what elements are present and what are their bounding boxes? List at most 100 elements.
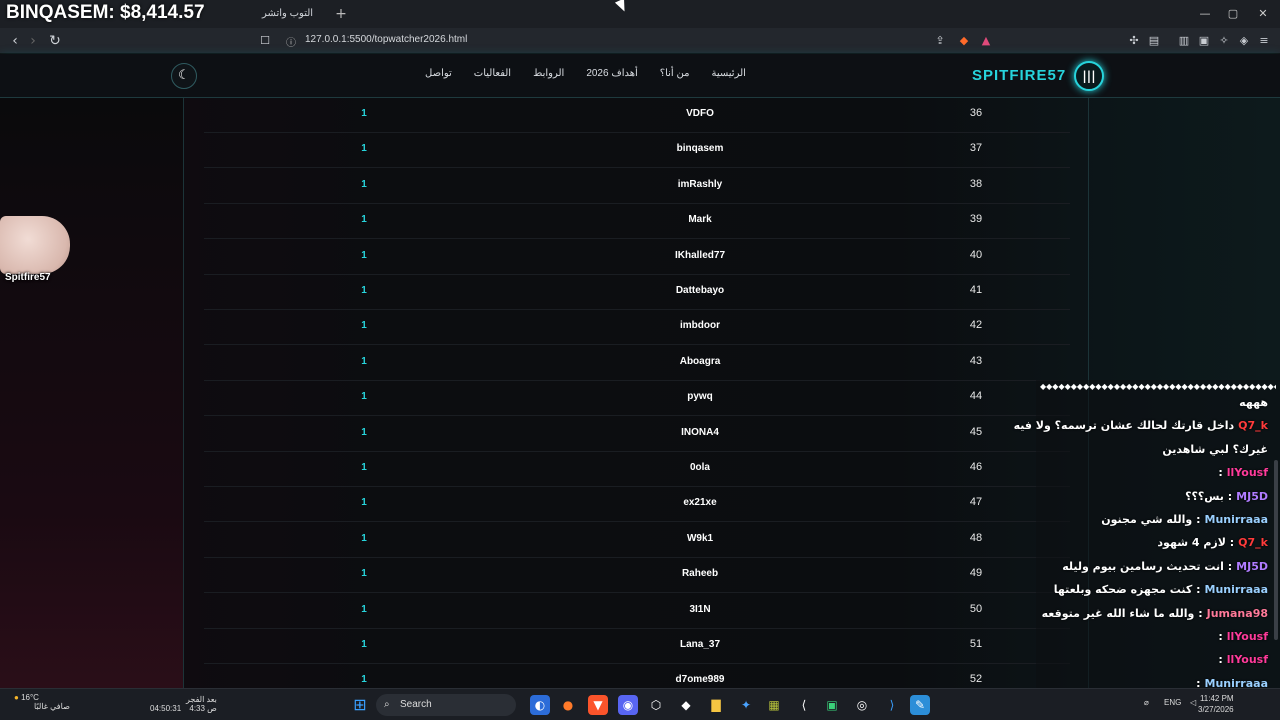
leo-icon[interactable]: ✧ [1216, 33, 1232, 49]
app-icon-green[interactable]: ▦ [764, 695, 784, 715]
maximize-icon[interactable]: ▢ [1218, 4, 1248, 24]
chat-message: Munirraaa : كنت مجهزه ضحكه وبلعتها [1054, 583, 1268, 596]
site-logo[interactable]: SPITFIRE57 [972, 67, 1066, 84]
mic-icon[interactable]: ⌀ [1144, 698, 1149, 707]
chat-username[interactable]: Q7_k [1238, 536, 1268, 549]
chat-text: غيرك؟ لبي شاهدين [1162, 442, 1268, 456]
prayer-label: بعد [206, 695, 217, 704]
chat-username[interactable]: Munirraaa [1205, 583, 1269, 596]
row-rank: 47 [969, 496, 983, 509]
forward-icon[interactable]: › [24, 32, 42, 50]
chat-username[interactable]: MJ5D [1236, 490, 1268, 503]
chat-text: : [1218, 466, 1223, 480]
prayer-widget[interactable]: بعد الفجر 04:50:31 4:33 ص [150, 695, 217, 713]
nav-link-goals[interactable]: أهداف 2026 [586, 68, 637, 79]
table-row: 1 binqasem 37 [204, 133, 1070, 169]
taskbar-search[interactable]: ⌕ Search [376, 694, 516, 716]
chat-username[interactable]: Jumana98 [1207, 607, 1268, 620]
row-count: 1 [361, 214, 367, 226]
obs-icon[interactable]: ◎ [852, 695, 872, 715]
chat-message: Jumana98: والله ما شاء الله غير متوقعه [1042, 607, 1268, 620]
app-icon-arrow[interactable]: ⟨ [794, 695, 814, 715]
chat-username[interactable]: llYousf [1227, 653, 1268, 666]
bookmark-icon[interactable]: ☐ [256, 32, 274, 50]
row-count: 1 [361, 143, 367, 155]
row-rank: 42 [969, 319, 983, 332]
brave-shield-icon[interactable]: ◆ [956, 33, 972, 49]
chat-text: : كنت مجهزه ضحكه وبلعتها [1053, 583, 1201, 597]
table-row: 1 W9k1 48 [204, 523, 1070, 558]
row-username: 0ola [689, 462, 710, 473]
weather-widget[interactable]: ● 16°C صافي غالبًا [14, 693, 70, 711]
theme-toggle-icon[interactable]: ☾ [171, 63, 197, 89]
table-row: 1 Dattebayo 41 [204, 275, 1070, 310]
extensions-icon[interactable]: ✣ [1126, 33, 1142, 49]
row-rank: 36 [969, 107, 983, 119]
row-count: 1 [361, 108, 367, 119]
nav-link-about[interactable]: من أنا؟ [660, 68, 690, 79]
start-icon[interactable]: ⊞ [350, 695, 370, 715]
site-navbar: ☾ تواصل الفعاليات الروابط أهداف 2026 من … [0, 54, 1280, 98]
chat-username[interactable]: llYousf [1227, 466, 1268, 479]
volume-icon[interactable]: ◁ [1190, 698, 1196, 707]
chat-overlay: ◆◆◆◆◆◆◆◆◆◆◆◆◆◆◆◆◆◆◆◆◆◆◆◆◆◆◆◆◆◆◆◆◆◆◆◆◆◆◆◆… [1014, 380, 1280, 720]
table-row: 1 Aboagra 43 [204, 346, 1070, 381]
share-icon[interactable]: ⇪ [932, 33, 948, 49]
clock-date: 3/27/2026 [1198, 705, 1234, 714]
discord-icon[interactable]: ◉ [618, 695, 638, 715]
system-clock[interactable]: 11:42 PM 3/27/2026 [1198, 693, 1234, 715]
weather-temp: 16°C [21, 693, 39, 702]
copilot-icon[interactable]: ◐ [530, 695, 550, 715]
tab-search-icon[interactable]: ▤ [1146, 33, 1162, 49]
chat-text: : والله شي مجنون [1101, 513, 1201, 526]
row-username: imRashly [677, 178, 723, 190]
chat-text: داخل قارتك لحالك عشان ترسمه؟ ولا فيه [1013, 419, 1235, 433]
rewards-icon[interactable]: ▲ [978, 33, 994, 49]
chat-message: Q7_k: لازم 4 شهود [1157, 536, 1268, 549]
file-explorer-icon[interactable]: ▇ [706, 695, 726, 715]
chat-username[interactable]: Munirraaa [1205, 513, 1269, 526]
chat-text: هههه [1239, 396, 1268, 409]
wallet-icon[interactable]: ▣ [1196, 33, 1212, 49]
app-icon-hex[interactable]: ⬡ [646, 695, 666, 715]
brave-icon[interactable]: ▼ [588, 695, 608, 715]
close-icon[interactable]: ✕ [1248, 4, 1278, 24]
firefox-icon[interactable]: ● [558, 695, 578, 715]
minimize-icon[interactable]: — [1190, 4, 1220, 24]
logo-emblem-icon[interactable]: ||| [1074, 61, 1104, 91]
vpn-icon[interactable]: ◈ [1236, 33, 1252, 49]
chat-username[interactable]: MJ5D [1236, 560, 1268, 573]
chat-username[interactable]: Q7_k [1238, 419, 1268, 432]
url-field[interactable]: 127.0.0.1:5500/topwatcher2026.html [305, 34, 467, 45]
nav-link-links[interactable]: الروابط [533, 68, 564, 79]
search-label: Search [400, 699, 432, 710]
nav-link-home[interactable]: الرئيسية [711, 68, 745, 79]
chat-text: : انت تحديث رسامين بيوم وليله [1062, 559, 1233, 573]
sidebar-icon[interactable]: ▥ [1176, 33, 1192, 49]
chat-message: Munirraaa : والله شي مجنون [1101, 513, 1268, 526]
app-icon-paint[interactable]: ✎ [910, 695, 930, 715]
chat-message: Q7_kداخل قارتك لحالك عشان ترسمه؟ ولا فيه [1014, 419, 1268, 432]
reload-icon[interactable]: ↻ [46, 32, 64, 50]
row-rank: 40 [969, 248, 983, 261]
chat-scrollbar[interactable] [1274, 460, 1278, 640]
back-icon[interactable]: ‹ [6, 32, 24, 50]
app-icon-dark[interactable]: ◆ [676, 695, 696, 715]
browser-tab[interactable]: التوب واتشر 2026 [250, 4, 330, 39]
nav-link-events[interactable]: الفعاليات [474, 68, 511, 79]
site-info-icon[interactable]: ⓘ [286, 34, 296, 49]
prayer-time: 4:33 ص [189, 704, 217, 713]
table-row: 1 Raheeb 49 [204, 558, 1070, 594]
row-count: 1 [361, 178, 367, 190]
row-rank: 43 [969, 354, 983, 367]
menu-icon[interactable]: ≡ [1256, 33, 1272, 49]
row-rank: 37 [969, 142, 983, 155]
new-tab-button[interactable]: + [334, 4, 348, 24]
app-icon-blue[interactable]: ✦ [736, 695, 756, 715]
nav-link-contact[interactable]: تواصل [425, 68, 452, 79]
app-icon-excel[interactable]: ▣ [822, 695, 842, 715]
lang-indicator[interactable]: ENG [1164, 698, 1181, 707]
vscode-icon[interactable]: ⟩ [882, 695, 902, 715]
chat-username[interactable]: llYousf [1227, 630, 1268, 643]
row-rank: 39 [969, 213, 983, 226]
